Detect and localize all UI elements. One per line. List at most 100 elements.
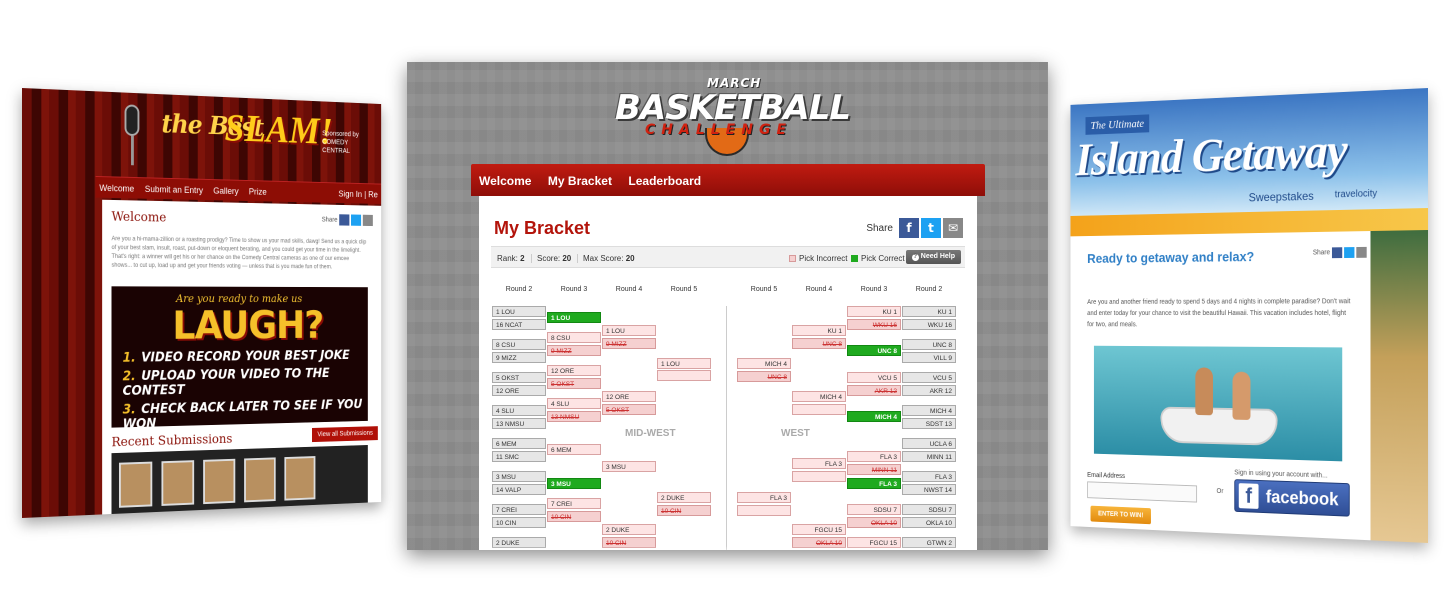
submission-thumb[interactable] [284, 456, 316, 501]
bracket-slot[interactable]: 4 SLU [547, 398, 601, 409]
bracket-slot[interactable]: 8 CSU [547, 332, 601, 343]
enter-to-win-button[interactable]: ENTER TO WIN! [1090, 505, 1152, 525]
email-icon[interactable]: ✉ [943, 218, 963, 238]
email-icon[interactable] [1356, 246, 1367, 258]
bracket-slot[interactable]: KU 1 [902, 306, 956, 317]
bracket-slot[interactable]: AKR 12 [902, 385, 956, 396]
email-icon[interactable] [362, 214, 373, 227]
bracket-slot[interactable]: FLA 3 [792, 458, 846, 469]
bracket-slot[interactable]: 9 MIZZ [547, 345, 601, 356]
nav-gallery[interactable]: Gallery [213, 186, 238, 196]
bracket-slot[interactable]: 13 NMSU [492, 418, 546, 429]
bracket-slot[interactable]: 11 SMC [492, 451, 546, 462]
bracket-slot[interactable]: UNC 8 [847, 345, 901, 356]
bracket-slot[interactable]: 1 LOU [547, 312, 601, 323]
bracket-slot[interactable]: NWST 14 [902, 484, 956, 495]
bracket-slot[interactable]: 10 CIN [657, 505, 711, 516]
submission-thumb[interactable] [203, 458, 236, 505]
bracket-slot[interactable]: VCU 5 [847, 372, 901, 383]
bracket-slot[interactable]: MICH 4 [847, 411, 901, 422]
twitter-icon[interactable] [1344, 247, 1355, 259]
bracket-slot[interactable]: 16 NCAT [492, 319, 546, 330]
facebook-icon[interactable] [1331, 247, 1343, 259]
facebook-login-button[interactable]: f facebook [1234, 479, 1350, 517]
bracket-slot[interactable]: OKLA 10 [847, 517, 901, 528]
bracket-slot-empty[interactable] [737, 505, 791, 516]
bracket-slot[interactable]: KU 1 [792, 325, 846, 336]
bracket-slot-empty[interactable] [792, 404, 846, 415]
bracket-slot[interactable]: FLA 3 [902, 471, 956, 482]
nav-my-bracket[interactable]: My Bracket [548, 174, 612, 188]
bracket-slot[interactable]: UNC 8 [737, 371, 791, 382]
facebook-icon[interactable] [339, 214, 350, 226]
bracket-slot[interactable]: 9 MIZZ [602, 338, 656, 349]
bracket-slot[interactable]: 1 LOU [657, 358, 711, 369]
bracket-slot[interactable]: 6 MEM [492, 438, 546, 449]
twitter-icon[interactable] [351, 214, 362, 226]
getaway-content: Ready to getaway and relax? Share Are yo… [1070, 231, 1371, 543]
submission-thumb[interactable] [244, 457, 276, 503]
twitter-icon[interactable]: t [921, 218, 941, 238]
bracket-slot[interactable]: WKU 16 [902, 319, 956, 330]
bracket-slot-empty[interactable] [657, 370, 711, 381]
bracket-slot[interactable]: 8 CSU [492, 339, 546, 350]
bracket-slot[interactable]: 4 SLU [492, 405, 546, 416]
bracket-slot[interactable]: KU 1 [847, 306, 901, 317]
bracket-slot[interactable]: 2 DUKE [602, 524, 656, 535]
bracket-slot[interactable]: 13 NMSU [547, 411, 601, 422]
bracket-slot[interactable]: AKR 12 [847, 385, 901, 396]
bracket-slot[interactable]: 7 CREI [547, 498, 601, 509]
email-field[interactable] [1087, 481, 1198, 503]
bracket-slot[interactable]: 3 MSU [602, 461, 656, 472]
bracket-slot[interactable]: MICH 4 [737, 358, 791, 369]
bracket-slot[interactable]: 9 MIZZ [492, 352, 546, 363]
bracket-slot[interactable]: MICH 4 [902, 405, 956, 416]
bracket-page: MARCH BASKETBALL CHALLENGE Welcome My Br… [407, 62, 1048, 550]
bracket-slot[interactable]: FLA 3 [847, 451, 901, 462]
submission-thumb[interactable] [118, 461, 153, 508]
bracket-slot[interactable]: UNC 8 [792, 338, 846, 349]
bracket-slot[interactable]: VILL 9 [902, 352, 956, 363]
bracket-slot[interactable]: OKLA 10 [902, 517, 956, 528]
nav-prize[interactable]: Prize [249, 187, 267, 197]
view-all-button[interactable]: View all Submissions [312, 426, 378, 443]
nav-welcome[interactable]: Welcome [99, 183, 134, 194]
bracket-slot-empty[interactable] [792, 471, 846, 482]
bracket-slot[interactable]: FLA 3 [847, 478, 901, 489]
bracket-slot[interactable]: SDSU 7 [902, 504, 956, 515]
bracket-slot[interactable]: WKU 16 [847, 319, 901, 330]
bracket-slot[interactable]: 5 OKST [492, 372, 546, 383]
need-help-button[interactable]: ? Need Help [905, 250, 961, 264]
nav-submit-entry[interactable]: Submit an Entry [145, 184, 203, 195]
bracket-slot[interactable]: 6 MEM [547, 444, 601, 455]
bracket-slot[interactable]: 1 LOU [492, 306, 546, 317]
bracket-slot[interactable]: FGCU 15 [792, 524, 846, 535]
sign-in-link[interactable]: Sign In | Re [338, 189, 377, 199]
bracket-slot[interactable]: 5 OKST [602, 404, 656, 415]
bracket-slot[interactable]: 3 MSU [492, 471, 546, 482]
bracket-slot[interactable]: UNC 8 [902, 339, 956, 350]
bracket-slot[interactable]: SDSU 7 [847, 504, 901, 515]
nav-leaderboard[interactable]: Leaderboard [628, 174, 701, 188]
bracket-slot[interactable]: MINN 11 [847, 464, 901, 475]
bracket-slot[interactable]: 5 OKST [547, 378, 601, 389]
bracket-slot[interactable]: 14 VALP [492, 484, 546, 495]
bracket-slot[interactable]: MINN 11 [902, 451, 956, 462]
bracket-slot[interactable]: FLA 3 [737, 492, 791, 503]
submission-thumb[interactable] [161, 460, 195, 506]
nav-welcome[interactable]: Welcome [479, 174, 531, 188]
bracket-slot[interactable]: 10 CIN [492, 517, 546, 528]
bracket-slot[interactable]: 12 ORE [602, 391, 656, 402]
bracket-slot[interactable]: 2 DUKE [657, 492, 711, 503]
bracket-slot[interactable]: 3 MSU [547, 478, 601, 489]
bracket-slot[interactable]: VCU 5 [902, 372, 956, 383]
facebook-icon[interactable]: f [899, 218, 919, 238]
bracket-slot[interactable]: 10 CIN [547, 511, 601, 522]
bracket-slot[interactable]: MICH 4 [792, 391, 846, 402]
bracket-slot[interactable]: 7 CREI [492, 504, 546, 515]
bracket-slot[interactable]: 12 ORE [547, 365, 601, 376]
bracket-slot[interactable]: SDST 13 [902, 418, 956, 429]
bracket-slot[interactable]: 1 LOU [602, 325, 656, 336]
bracket-slot[interactable]: UCLA 6 [902, 438, 956, 449]
bracket-slot[interactable]: 12 ORE [492, 385, 546, 396]
